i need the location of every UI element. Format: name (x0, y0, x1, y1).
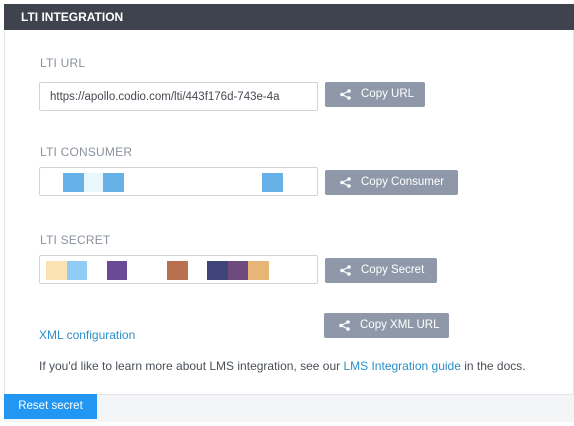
redacted-block (103, 173, 124, 192)
share-icon (339, 320, 350, 331)
lms-integration-guide-link[interactable]: LMS Integration guide (343, 359, 460, 373)
xml-configuration-link[interactable]: XML configuration (39, 328, 135, 342)
share-icon (340, 177, 351, 188)
reset-secret-button[interactable]: Reset secret (4, 394, 97, 419)
redacted-block (67, 261, 87, 280)
share-icon (340, 89, 351, 100)
redacted-block (228, 261, 248, 280)
copy-url-button[interactable]: Copy URL (325, 82, 425, 107)
redacted-block (107, 261, 127, 280)
panel-header: LTI INTEGRATION (4, 4, 574, 30)
redacted-block (63, 173, 84, 192)
lti-url-field[interactable] (39, 82, 318, 111)
copy-consumer-label: Copy Consumer (361, 176, 445, 188)
redacted-block (167, 261, 188, 280)
lti-consumer-field[interactable] (39, 167, 318, 196)
lti-secret-field[interactable] (39, 255, 318, 284)
info-suffix: in the docs. (460, 359, 526, 373)
lti-integration-panel: LTI INTEGRATION LTI URL Copy URL LTI CON… (4, 4, 574, 422)
redacted-block (84, 173, 103, 192)
redacted-block (248, 261, 269, 280)
info-prefix: If you'd like to learn more about LMS in… (39, 359, 344, 373)
lms-info-text: If you'd like to learn more about LMS in… (39, 359, 526, 373)
redacted-block (262, 173, 283, 192)
copy-secret-button[interactable]: Copy Secret (325, 258, 437, 283)
panel-footer: Reset secret (4, 394, 574, 422)
copy-consumer-button[interactable]: Copy Consumer (325, 170, 458, 195)
copy-xml-url-label: Copy XML URL (360, 319, 440, 331)
copy-xml-url-button[interactable]: Copy XML URL (324, 313, 449, 338)
redacted-block (46, 261, 67, 280)
lti-secret-label: LTI SECRET (40, 233, 111, 247)
lti-url-input[interactable] (40, 83, 317, 110)
lti-url-label: LTI URL (40, 56, 86, 70)
share-icon (340, 265, 351, 276)
redacted-block (207, 261, 228, 280)
copy-url-label: Copy URL (361, 88, 415, 100)
copy-secret-label: Copy Secret (361, 264, 425, 276)
lti-consumer-label: LTI CONSUMER (40, 145, 133, 159)
